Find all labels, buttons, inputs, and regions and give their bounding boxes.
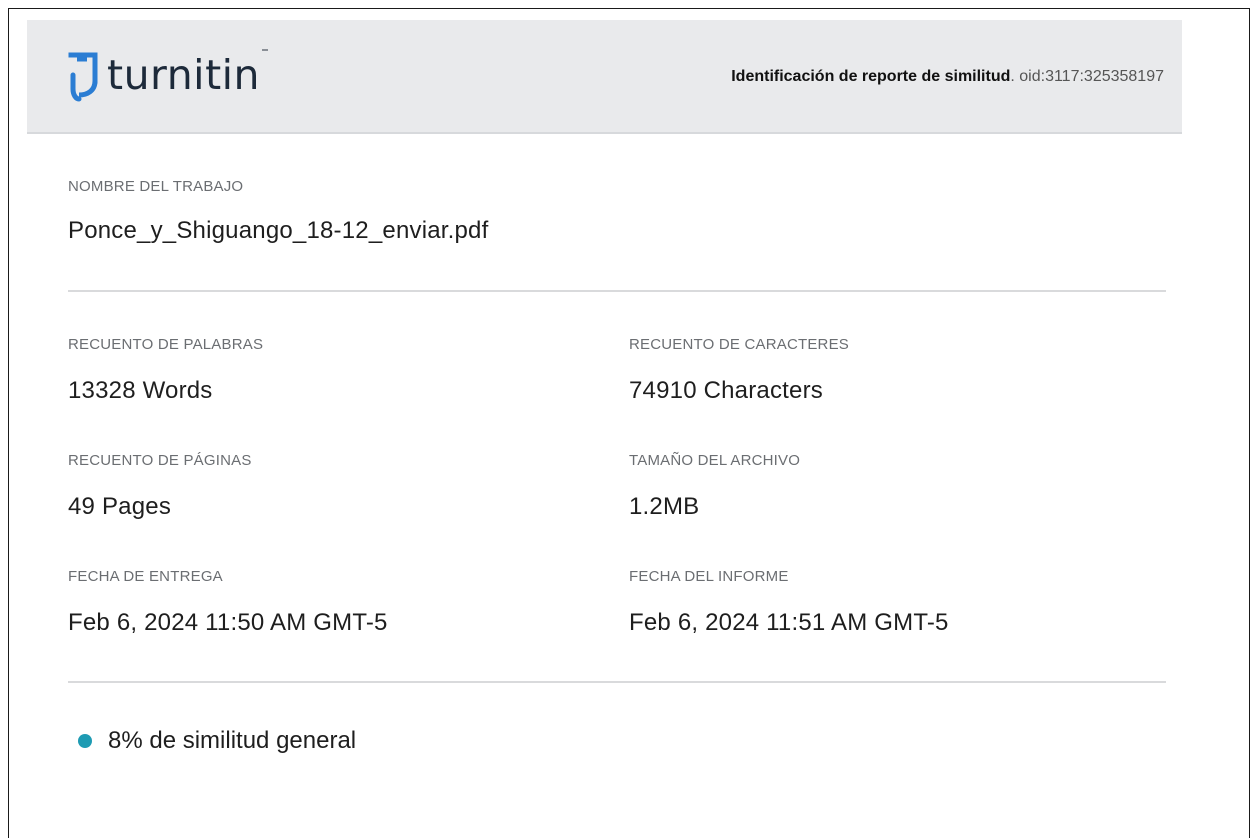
submission-title-value: Ponce_y_Shiguango_18-12_enviar.pdf: [68, 217, 489, 244]
file-size-value: 1.2MB: [629, 493, 700, 520]
report-id-value: . oid:3117:325358197: [1010, 68, 1164, 85]
char-count-label: RECUENTO DE CARACTERES: [629, 336, 849, 353]
report-date-label: FECHA DEL INFORME: [629, 568, 789, 585]
report-header: turnitin Identificación de reporte de si…: [27, 20, 1182, 134]
similarity-text: 8% de similitud general: [108, 727, 357, 754]
word-count-value: 13328 Words: [68, 377, 213, 404]
char-count-value: 74910 Characters: [629, 377, 823, 404]
divider-bottom: [68, 681, 1166, 683]
overall-similarity: 8% de similitud general: [78, 727, 356, 755]
trademark-mark: [262, 49, 269, 51]
word-count-label: RECUENTO DE PALABRAS: [68, 336, 264, 353]
similarity-dot-icon: [78, 734, 92, 748]
turnitin-logo: turnitin: [65, 47, 269, 107]
report-id-label: Identificación de reporte de similitud: [731, 68, 1011, 85]
submission-date-value: Feb 6, 2024 11:50 AM GMT-5: [68, 609, 388, 636]
report-identifier: Identificación de reporte de similitud. …: [731, 68, 1164, 86]
page-count-value: 49 Pages: [68, 493, 172, 520]
file-size-label: TAMAÑO DEL ARCHIVO: [629, 452, 801, 469]
page-count-label: RECUENTO DE PÁGINAS: [68, 452, 252, 469]
logo-wordmark: turnitin: [107, 50, 261, 99]
divider-top: [68, 290, 1166, 292]
submission-date-label: FECHA DE ENTREGA: [68, 568, 223, 585]
submission-title-label: NOMBRE DEL TRABAJO: [68, 178, 244, 195]
turnitin-logo-icon: [65, 51, 101, 103]
report-date-value: Feb 6, 2024 11:51 AM GMT-5: [629, 609, 949, 636]
